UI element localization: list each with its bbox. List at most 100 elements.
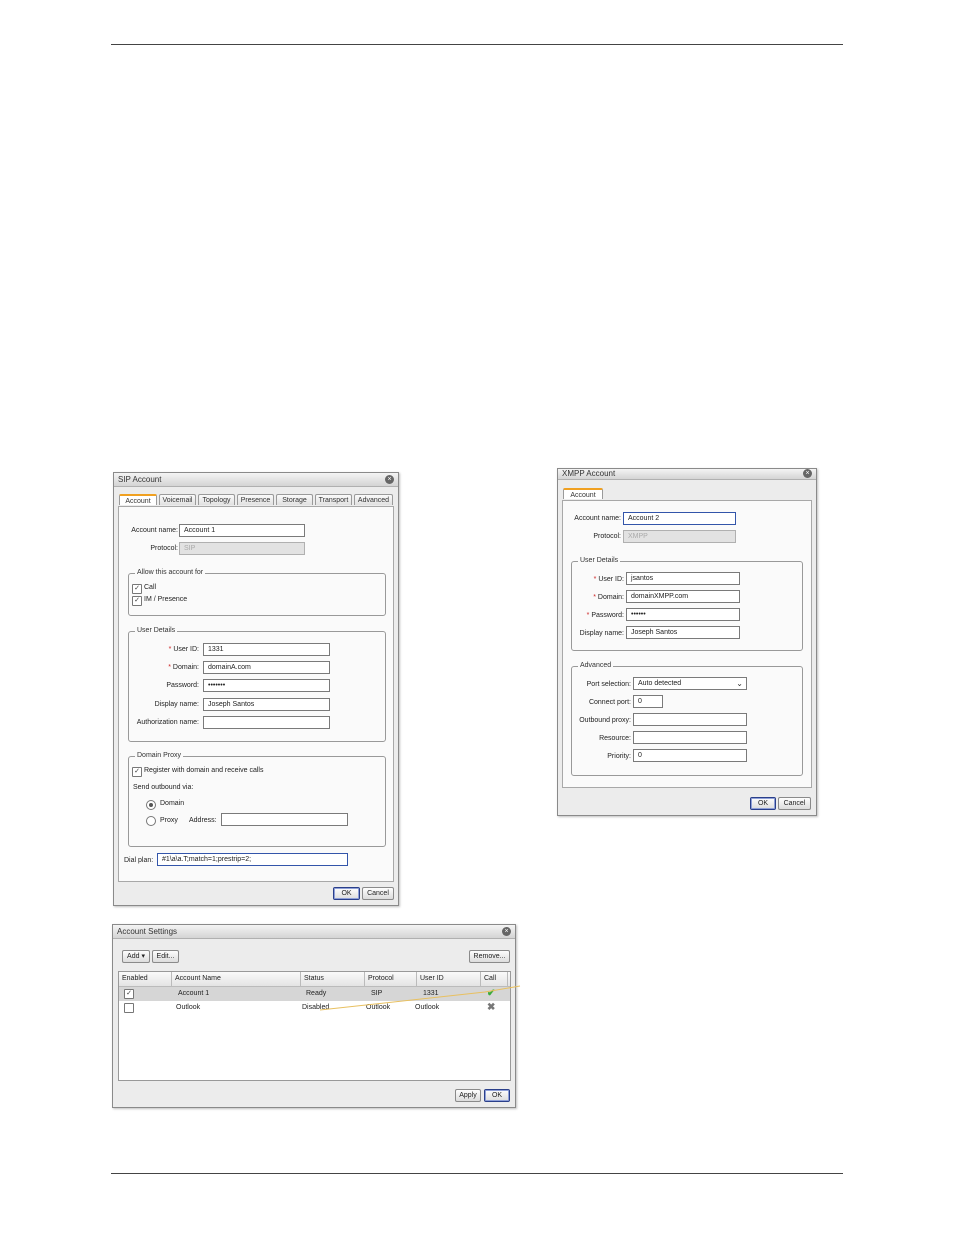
domain-label: * Domain:: [593, 594, 624, 601]
dial-plan-field[interactable]: #1\a\a.T;match=1;prestrip=2;: [157, 853, 348, 866]
connect-port-label: Connect port:: [588, 699, 631, 706]
cancel-button[interactable]: Cancel: [362, 887, 394, 900]
tab-account[interactable]: Account: [563, 488, 603, 499]
enabled-checkbox[interactable]: [124, 1003, 134, 1013]
proxy-radio[interactable]: [146, 816, 156, 826]
dial-plan-label: Dial plan:: [124, 857, 154, 864]
edit-button[interactable]: Edit...: [152, 950, 179, 963]
display-name-field[interactable]: Joseph Santos: [626, 626, 740, 639]
xmpp-dialog-title: XMPP Account: [562, 469, 616, 478]
annotation-line: [319, 985, 521, 1011]
sip-tabs: Account Voicemail Topology Presence Stor…: [119, 494, 393, 506]
tab-topology[interactable]: Topology: [198, 494, 235, 505]
address-label: Address:: [189, 817, 217, 824]
protocol-label: Protocol:: [150, 545, 178, 552]
password-label: Password:: [166, 682, 199, 689]
call-checkbox[interactable]: ✓: [132, 584, 142, 594]
user-details-legend: User Details: [578, 557, 621, 564]
add-label: Add: [127, 953, 140, 960]
xmpp-account-dialog: XMPP Account × Account Account name: Acc…: [557, 468, 817, 816]
col-account-name[interactable]: Account Name: [172, 972, 301, 986]
sip-dialog-titlebar: SIP Account ×: [114, 473, 398, 487]
protocol-label: Protocol:: [593, 533, 621, 540]
im-presence-label: IM / Presence: [144, 596, 188, 603]
tab-presence[interactable]: Presence: [237, 494, 274, 505]
display-name-label: Display name:: [154, 701, 199, 708]
allow-legend: Allow this account for: [135, 569, 206, 576]
ok-button[interactable]: OK: [484, 1089, 510, 1102]
xmpp-tabs: Account: [563, 488, 623, 500]
sip-dialog-title: SIP Account: [118, 475, 162, 484]
port-selection-label: Port selection:: [586, 681, 631, 688]
display-name-label: Display name:: [579, 630, 624, 637]
sip-account-dialog: SIP Account × Account Voicemail Topology…: [113, 472, 399, 906]
advanced-legend: Advanced: [578, 662, 614, 669]
send-outbound-label: Send outbound via:: [133, 784, 194, 791]
remove-button[interactable]: Remove...: [469, 950, 510, 963]
call-label: Call: [144, 584, 157, 591]
sip-account-panel: Account name: Account 1 Protocol: SIP Al…: [118, 506, 394, 882]
chevron-down-icon: ▾: [139, 953, 145, 960]
outbound-proxy-label: Outbound proxy:: [579, 717, 631, 724]
connect-port-field[interactable]: 0: [633, 695, 663, 708]
advanced-group: Advanced Port selection: Auto detected ⌄…: [571, 662, 803, 776]
account-name-cell: Account 1: [178, 990, 210, 997]
domain-proxy-legend: Domain Proxy: [135, 752, 183, 759]
apply-button[interactable]: Apply: [455, 1089, 481, 1102]
port-selection-select[interactable]: Auto detected ⌄: [633, 677, 747, 690]
tab-transport[interactable]: Transport: [315, 494, 352, 505]
ok-button[interactable]: OK: [333, 887, 360, 900]
chevron-down-icon: ⌄: [736, 679, 743, 688]
add-dropdown-button[interactable]: Add ▾: [122, 950, 150, 963]
col-enabled[interactable]: Enabled: [119, 972, 172, 986]
tab-voicemail[interactable]: Voicemail: [159, 494, 196, 505]
register-checkbox[interactable]: ✓: [132, 767, 142, 777]
close-icon[interactable]: ×: [803, 469, 812, 478]
password-label: * Password:: [586, 612, 624, 619]
settings-title: Account Settings: [117, 927, 178, 936]
cancel-button[interactable]: Cancel: [778, 797, 811, 810]
authorization-name-field[interactable]: [203, 716, 330, 729]
enabled-checkbox[interactable]: ✓: [124, 989, 134, 999]
tab-account[interactable]: Account: [119, 494, 157, 505]
im-presence-checkbox[interactable]: ✓: [132, 596, 142, 606]
proxy-radio-label: Proxy: [160, 817, 178, 824]
resource-label: Resource:: [599, 735, 631, 742]
protocol-field: XMPP: [623, 530, 736, 543]
ok-button[interactable]: OK: [750, 797, 776, 810]
account-name-field[interactable]: Account 2: [623, 512, 736, 525]
protocol-field: SIP: [179, 542, 305, 555]
domain-field[interactable]: domainA.com: [203, 661, 330, 674]
allow-account-group: Allow this account for ✓ Call ✓ IM / Pre…: [128, 569, 386, 616]
register-label: Register with domain and receive calls: [144, 767, 264, 774]
close-icon[interactable]: ×: [502, 927, 511, 936]
domain-radio[interactable]: [146, 800, 156, 810]
user-details-legend: User Details: [135, 627, 178, 634]
port-selection-value: Auto detected: [638, 680, 682, 687]
annotation-polyline: [319, 985, 521, 1011]
password-field[interactable]: ••••••: [626, 608, 740, 621]
address-field[interactable]: [221, 813, 348, 826]
user-id-label: * User ID:: [593, 576, 624, 583]
xmpp-account-panel: Account name: Account 2 Protocol: XMPP U…: [562, 500, 812, 788]
tab-storage[interactable]: Storage: [276, 494, 313, 505]
header-rule: [111, 44, 843, 45]
user-details-group: User Details * User ID: jsantos * Domain…: [571, 557, 803, 651]
account-name-label: Account name:: [574, 515, 621, 522]
tab-advanced[interactable]: Advanced: [354, 494, 393, 505]
priority-field[interactable]: 0: [633, 749, 747, 762]
footer-rule: [111, 1173, 843, 1174]
user-id-field[interactable]: 1331: [203, 643, 330, 656]
domain-field[interactable]: domainXMPP.com: [626, 590, 740, 603]
resource-field[interactable]: [633, 731, 747, 744]
user-id-label: * User ID:: [168, 646, 199, 653]
domain-proxy-group: Domain Proxy ✓ Register with domain and …: [128, 752, 386, 847]
user-id-field[interactable]: jsantos: [626, 572, 740, 585]
close-icon[interactable]: ×: [385, 475, 394, 484]
display-name-field[interactable]: Joseph Santos: [203, 698, 330, 711]
account-name-field[interactable]: Account 1: [179, 524, 305, 537]
outbound-proxy-field[interactable]: [633, 713, 747, 726]
password-field[interactable]: •••••••: [203, 679, 330, 692]
user-details-group: User Details * User ID: 1331 * Domain: d…: [128, 627, 386, 742]
xmpp-dialog-titlebar: XMPP Account ×: [558, 469, 816, 480]
